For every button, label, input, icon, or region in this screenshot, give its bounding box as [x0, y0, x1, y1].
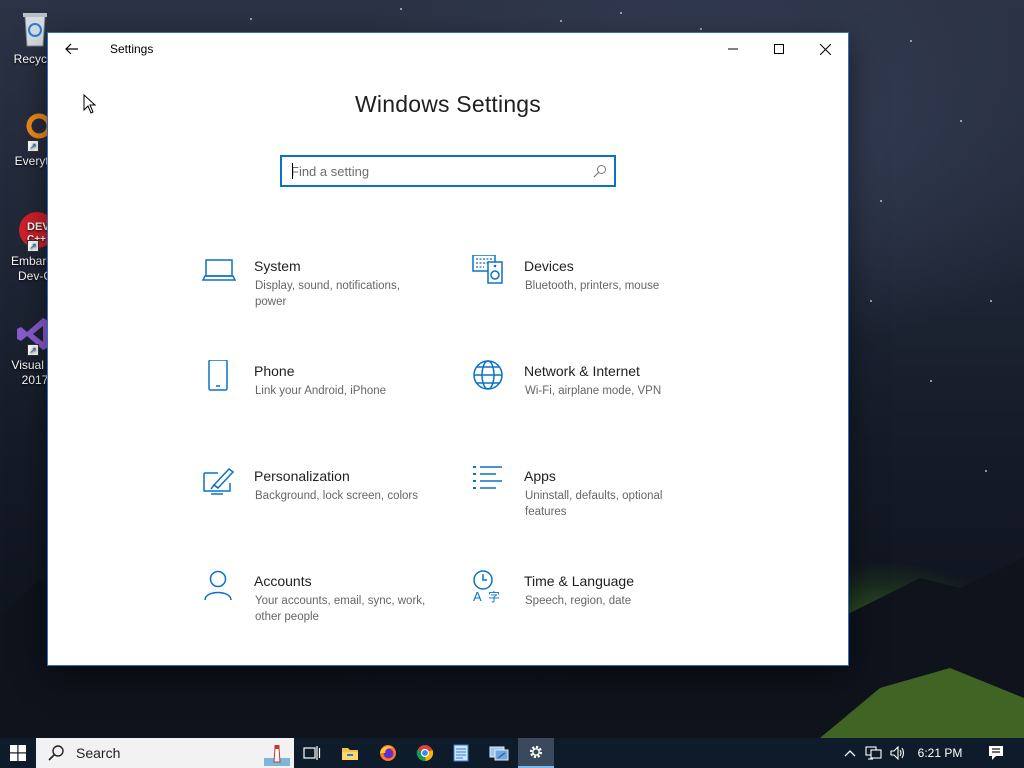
person-icon	[204, 570, 232, 601]
chevron-up-icon	[844, 750, 856, 757]
back-arrow-icon	[65, 43, 78, 55]
tile-title: Apps	[524, 468, 556, 484]
tile-title: Personalization	[254, 468, 350, 484]
close-icon	[819, 43, 831, 55]
tile-description: Uninstall, defaults, optional features	[525, 490, 663, 518]
tile-personalization[interactable]: Personalization Background, lock screen,…	[202, 465, 442, 545]
search-input[interactable]	[282, 157, 582, 185]
windows-logo-icon	[10, 745, 26, 761]
svg-text:A: A	[473, 589, 482, 604]
shortcut-arrow-icon: ↗	[27, 344, 39, 356]
maximize-icon	[774, 44, 784, 54]
tile-title: Phone	[254, 363, 295, 379]
settings-gear-icon	[529, 745, 543, 759]
maximize-button[interactable]	[756, 33, 802, 65]
tile-description: Your accounts, email, sync, work, other …	[255, 595, 426, 623]
paintbrush-icon	[203, 467, 235, 495]
taskbar-settings[interactable]	[518, 738, 554, 768]
taskbar-search-box[interactable]: Search	[36, 738, 294, 768]
shortcut-arrow-icon: ↗	[27, 240, 39, 252]
notification-icon	[989, 746, 1003, 760]
tile-description: Link your Android, iPhone	[255, 385, 387, 397]
search-icon	[48, 745, 64, 761]
page-title: Windows Settings	[355, 91, 541, 117]
phone-icon	[208, 360, 228, 391]
lighthouse-search-highlight-icon	[264, 745, 290, 766]
tile-phone[interactable]: Phone Link your Android, iPhone	[202, 360, 442, 440]
back-button[interactable]	[56, 33, 88, 65]
speaker-volume-icon	[890, 746, 905, 760]
taskbar-chrome[interactable]	[407, 738, 443, 768]
taskbar-clock[interactable]: 6:21 PM	[908, 746, 972, 760]
mouse-cursor-icon	[83, 94, 97, 114]
action-center-button[interactable]	[978, 738, 1014, 768]
taskbar-notepad[interactable]	[443, 738, 479, 768]
window-title: Settings	[110, 42, 154, 56]
start-button[interactable]	[0, 738, 36, 768]
tile-apps[interactable]: Apps Uninstall, defaults, optional featu…	[472, 465, 712, 545]
time-language-icon: A 字	[473, 570, 500, 604]
remote-desktop-icon	[489, 746, 509, 761]
tile-network[interactable]: Network & Internet Wi-Fi, airplane mode,…	[472, 360, 712, 440]
tile-system[interactable]: System Display, sound, notifications, po…	[202, 255, 442, 335]
minimize-icon	[728, 48, 738, 50]
volume-tray-button[interactable]	[887, 738, 909, 768]
network-wired-icon	[865, 746, 882, 760]
chrome-icon	[416, 745, 434, 762]
tile-devices[interactable]: Devices Bluetooth, printers, mouse	[472, 255, 712, 335]
globe-icon	[473, 360, 503, 390]
tile-description: Bluetooth, printers, mouse	[525, 280, 660, 292]
taskbar-search-label: Search	[76, 745, 121, 761]
tile-description: Speech, region, date	[525, 595, 632, 607]
firefox-icon	[380, 745, 396, 761]
close-button[interactable]	[802, 33, 848, 65]
tile-title: Time & Language	[524, 573, 634, 589]
svg-text:DEV: DEV	[27, 221, 50, 233]
network-tray-button[interactable]	[862, 738, 886, 768]
tile-accounts[interactable]: Accounts Your accounts, email, sync, wor…	[202, 570, 442, 650]
title-bar[interactable]: Settings	[48, 33, 848, 65]
notepad-icon	[453, 744, 469, 762]
tile-time-language[interactable]: A 字 Time & Language Speech, region, date	[472, 570, 712, 650]
tile-description: Display, sound, notifications, power	[255, 280, 400, 308]
taskbar-file-explorer[interactable]	[332, 738, 368, 768]
tile-description: Wi-Fi, airplane mode, VPN	[525, 385, 662, 397]
tile-title: System	[254, 258, 301, 274]
tile-description: Background, lock screen, colors	[255, 490, 418, 502]
tile-title: Network & Internet	[524, 363, 640, 379]
text-caret	[292, 163, 293, 179]
taskbar-firefox[interactable]	[370, 738, 406, 768]
file-explorer-icon	[342, 748, 358, 760]
show-hidden-icons-button[interactable]	[840, 738, 860, 768]
keyboard-speaker-icon	[472, 255, 503, 284]
tile-title: Devices	[524, 258, 574, 274]
task-view-button[interactable]	[294, 738, 330, 768]
minimize-button[interactable]	[710, 33, 756, 65]
task-view-icon	[303, 746, 321, 760]
svg-text:字: 字	[488, 589, 500, 604]
taskbar-remote-desktop[interactable]	[481, 738, 517, 768]
tile-title: Accounts	[254, 573, 312, 589]
taskbar: Search 6:21 PM	[0, 738, 1024, 768]
shortcut-arrow-icon: ↗	[27, 140, 39, 152]
apps-list-icon	[473, 466, 502, 489]
laptop-icon	[202, 259, 236, 281]
search-icon	[593, 165, 606, 178]
settings-window: Settings Windows Settings System Display…	[48, 33, 848, 665]
settings-search-box[interactable]	[280, 155, 616, 187]
